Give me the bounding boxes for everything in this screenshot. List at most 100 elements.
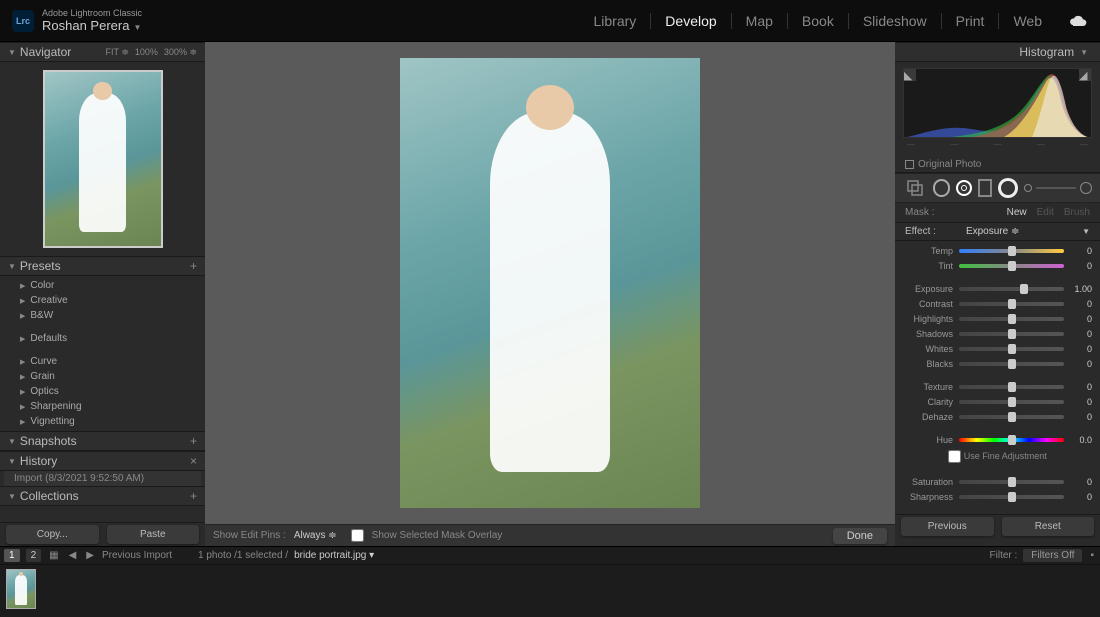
left-panel: ▼Navigator FIT ≑ 100% 300% ≑ ▼Presets + … [0,42,205,546]
module-slideshow[interactable]: Slideshow [849,13,942,29]
crop-tool-icon[interactable] [903,176,927,200]
chevron-down-icon[interactable]: ▼ [1082,227,1090,236]
right-panel: Histogram ▼ ◣ ◢ ————— Original Photo [895,42,1100,546]
copy-button[interactable]: Copy... [6,525,99,544]
slider-whites[interactable]: Whites0 [903,341,1092,356]
presets-tree: Color Creative B&W Defaults Curve Grain … [0,276,205,431]
show-overlay-label: Show Selected Mask Overlay [372,530,503,541]
collections-header[interactable]: ▼Collections + [0,486,205,506]
mask-brush: Brush [1064,207,1090,218]
toolbar: Show Edit Pins : Always ≑ Show Selected … [205,524,895,546]
app-name: Adobe Lightroom Classic [42,8,142,18]
histogram-header[interactable]: Histogram ▼ [895,42,1100,62]
slider-blacks[interactable]: Blacks0 [903,356,1092,371]
original-photo-toggle[interactable]: Original Photo [895,157,1100,173]
slider-shadows[interactable]: Shadows0 [903,326,1092,341]
grad-tool-icon[interactable] [978,179,992,197]
done-button[interactable]: Done [833,528,887,544]
photo-count: 1 photo /1 selected / [198,550,288,561]
collections-add-icon[interactable]: + [190,489,197,503]
brush-size-slider[interactable] [1036,187,1076,189]
main-display[interactable]: 1 [4,549,20,562]
slider-texture[interactable]: Texture0 [903,379,1092,394]
history-entry[interactable]: Import (8/3/2021 9:52:50 AM) [4,471,201,486]
show-overlay-checkbox[interactable] [351,529,364,542]
zoom-fit[interactable]: FIT ≑ [106,47,129,58]
module-map[interactable]: Map [732,13,788,29]
fine-adjustment-label: Use Fine Adjustment [964,451,1047,461]
reset-button[interactable]: Reset [1002,517,1095,536]
spot-tool-icon[interactable] [933,179,951,197]
mask-label: Mask : [905,207,934,218]
module-web[interactable]: Web [999,13,1056,29]
slider-sharpness[interactable]: Sharpness0 [903,489,1092,504]
second-display[interactable]: 2 [26,549,42,562]
slider-contrast[interactable]: Contrast0 [903,296,1092,311]
grid-view-icon[interactable]: ▦ [47,550,60,561]
snapshots-header[interactable]: ▼Snapshots + [0,431,205,451]
canvas-area[interactable] [205,42,895,524]
history-clear-icon[interactable]: × [190,454,197,468]
preset-optics[interactable]: Optics [0,384,205,399]
slider-saturation[interactable]: Saturation0 [903,474,1092,489]
slider-temp[interactable]: Temp0 [903,243,1092,258]
module-print[interactable]: Print [942,13,1000,29]
navigator-thumbnail[interactable] [43,70,163,248]
histogram[interactable]: ◣ ◢ [903,68,1092,138]
preset-color[interactable]: Color [0,278,205,293]
slider-hue[interactable]: Hue 0.0 [903,432,1092,447]
adjustment-sliders: Temp0Tint0 Exposure1.00Contrast0Highligh… [895,241,1100,514]
slider-dehaze[interactable]: Dehaze0 [903,409,1092,424]
filter-select[interactable]: Filters Off [1023,549,1082,562]
preset-creative[interactable]: Creative [0,293,205,308]
filmstrip: 1 2 ▦ ◀ ▶ Previous Import 1 photo /1 sel… [0,546,1100,617]
source-label[interactable]: Previous Import [102,550,172,561]
previous-button[interactable]: Previous [901,517,994,536]
filmstrip-thumb[interactable] [6,569,36,609]
filter-lock-icon[interactable]: ▪ [1088,550,1096,561]
radial-tool-icon[interactable] [998,178,1018,198]
zoom-300[interactable]: 300% ≑ [164,47,197,58]
preset-curve[interactable]: Curve [0,354,205,369]
presets-add-icon[interactable]: + [190,259,197,273]
tool-strip [895,173,1100,203]
preset-sharpening[interactable]: Sharpening [0,399,205,414]
fine-adjustment-checkbox[interactable] [948,450,961,463]
module-book[interactable]: Book [788,13,849,29]
edit-pins-mode[interactable]: Always ≑ [294,530,337,541]
paste-button[interactable]: Paste [107,525,200,544]
app-logo: Lrc [12,10,34,32]
main-image[interactable] [400,58,700,508]
effect-label: Effect : [905,226,936,237]
brush-size-min-icon [1024,184,1032,192]
history-header[interactable]: ▼History × [0,451,205,471]
zoom-100[interactable]: 100% [135,47,158,58]
slider-clarity[interactable]: Clarity0 [903,394,1092,409]
nav-back-icon[interactable]: ◀ [67,550,79,561]
cloud-sync-icon[interactable] [1068,14,1088,28]
slider-exposure[interactable]: Exposure1.00 [903,281,1092,296]
preset-bw[interactable]: B&W [0,308,205,323]
navigator-header[interactable]: ▼Navigator FIT ≑ 100% 300% ≑ [0,42,205,62]
mask-edit: Edit [1037,207,1054,218]
app-header: Lrc Adobe Lightroom Classic Roshan Perer… [0,0,1100,42]
mask-new[interactable]: New [1007,207,1027,218]
identity-plate[interactable]: Adobe Lightroom Classic Roshan Perera▼ [42,8,142,33]
show-edit-pins-label: Show Edit Pins : [213,530,286,541]
preset-defaults[interactable]: Defaults [0,331,205,346]
slider-tint[interactable]: Tint0 [903,258,1092,273]
presets-header[interactable]: ▼Presets + [0,256,205,276]
nav-fwd-icon[interactable]: ▶ [84,550,96,561]
slider-highlights[interactable]: Highlights0 [903,311,1092,326]
brush-size-max-icon [1080,182,1092,194]
current-filename[interactable]: bride portrait.jpg ▾ [294,550,374,561]
effect-select[interactable]: Exposure ≑ [966,226,1019,237]
module-library[interactable]: Library [580,13,652,29]
center-panel: Show Edit Pins : Always ≑ Show Selected … [205,42,895,546]
preset-grain[interactable]: Grain [0,369,205,384]
user-name: Roshan Perera▼ [42,18,142,33]
snapshots-add-icon[interactable]: + [190,434,197,448]
preset-vignetting[interactable]: Vignetting [0,414,205,429]
redeye-tool-icon[interactable] [956,180,972,196]
module-develop[interactable]: Develop [651,13,731,29]
